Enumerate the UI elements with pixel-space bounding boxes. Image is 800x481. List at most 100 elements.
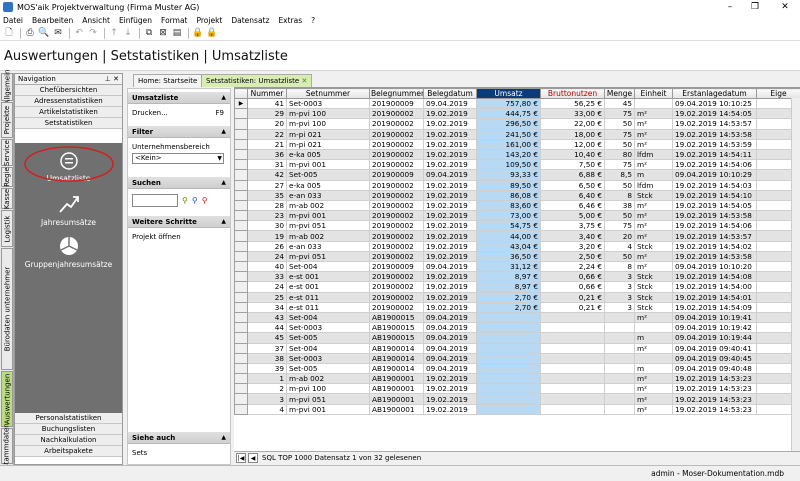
vertical-tab-2[interactable]: Service — [1, 139, 13, 166]
delete-icon[interactable]: ⊠ — [157, 27, 169, 39]
nav-bottom-item-1[interactable]: Buchungslisten — [15, 424, 122, 435]
row-indicator[interactable] — [234, 199, 248, 212]
row-indicator[interactable] — [234, 352, 248, 364]
group-header[interactable]: Siehe auch ▲ — [128, 432, 230, 444]
first-record-button[interactable]: |◀ — [236, 453, 246, 463]
collapse-icon[interactable]: ▲ — [221, 126, 226, 138]
table-row[interactable]: 23 m-pvi 001 201900002 19.02.2019 73,00 €5,0… — [234, 210, 800, 222]
maximize-button[interactable]: ❐ — [745, 0, 765, 14]
menu-item-2[interactable]: Ansicht — [82, 16, 110, 25]
vertical-tab-4[interactable]: Kasse — [1, 188, 13, 209]
group-header[interactable]: Umsatzliste ▲ — [128, 92, 230, 104]
group-header[interactable]: Suchen ▲ — [128, 177, 230, 189]
close-window-button[interactable]: ✕ — [775, 0, 795, 14]
table-row[interactable]: 39 Set-005 AB1900014 09.04.2019 m 09.04.2019 … — [234, 362, 800, 375]
row-indicator[interactable] — [234, 108, 248, 120]
vertical-tab-8[interactable]: Stammdaten — [1, 423, 13, 469]
table-row[interactable]: 20 m-pvi 100 201900002 19.02.2019 296,50 €22… — [234, 118, 800, 130]
column-header-3[interactable]: Belegdatum — [423, 88, 477, 99]
menu-item-0[interactable]: Datei — [3, 16, 23, 25]
vertical-tab-1[interactable]: Projekte — [1, 102, 13, 138]
table-row[interactable]: 26 e-an 033 201900002 19.02.2019 43,04 €3,20… — [234, 240, 800, 252]
vertical-tab-3[interactable]: Regie — [1, 167, 13, 187]
row-indicator[interactable] — [234, 301, 248, 313]
row-indicator[interactable] — [234, 138, 248, 150]
table-row[interactable]: 21 m-pi 021 201900002 19.02.2019 161,00 €12,… — [234, 138, 800, 150]
column-header-0[interactable]: Nummer — [247, 88, 287, 99]
table-row[interactable]: 40 Set-004 201900009 09.04.2019 31,12 €2,24 … — [234, 260, 800, 273]
row-indicator[interactable] — [234, 250, 248, 263]
nav-item-1[interactable]: Adressenstatistiken — [15, 96, 122, 107]
table-row[interactable]: 38 Set-0003 AB1900014 09.04.2019 09.04.2019 … — [234, 352, 800, 364]
column-header-6[interactable]: Menge — [604, 88, 635, 99]
column-header-2[interactable]: Belegnummer — [369, 88, 424, 99]
vertical-tab-5[interactable]: Logistik — [1, 210, 13, 247]
nav-icon-gruppenjahresumsaetze[interactable]: Gruppenjahresumsätze — [15, 235, 122, 269]
table-row[interactable]: 19 m-ab 002 201900002 19.02.2019 44,00 €3,40… — [234, 230, 800, 242]
search-input[interactable] — [132, 194, 178, 207]
table-row[interactable]: 34 e-st 011 201900002 19.02.2019 2,70 €0,21 … — [234, 301, 800, 313]
table-row[interactable]: ▶ 41 Set-0003 201900009 09.04.2019 757,80 €56… — [234, 97, 800, 110]
tab-startseite[interactable]: Home: Startseite — [133, 74, 203, 87]
collapse-icon[interactable]: ▲ — [221, 216, 226, 228]
row-indicator[interactable] — [234, 179, 248, 191]
column-header-4[interactable]: Umsatz — [476, 88, 541, 99]
row-indicator[interactable] — [234, 210, 248, 222]
menu-item-1[interactable]: Bearbeiten — [32, 16, 73, 25]
copy-icon[interactable]: ⧉ — [143, 27, 155, 39]
user-lock-icon[interactable]: 🔒 — [206, 27, 218, 39]
tab-umsatzliste[interactable]: Setstatistiken: Umsatzliste ✕ — [201, 74, 313, 87]
row-indicator[interactable] — [234, 393, 248, 405]
table-row[interactable]: 25 e-st 011 201900002 19.02.2019 2,70 €0,21 … — [234, 291, 800, 303]
row-indicator[interactable] — [234, 159, 248, 171]
table-row[interactable]: 28 m-ab 002 201900002 19.02.2019 83,60 €6,46… — [234, 199, 800, 212]
lock-icon[interactable]: 🔒 — [192, 27, 204, 39]
minimize-button[interactable]: – — [720, 0, 740, 14]
table-row[interactable]: 43 Set-004 AB1900015 09.04.2019 m² 09.04.2019… — [234, 311, 800, 324]
redo-icon[interactable]: ↷ — [87, 27, 99, 39]
table-row[interactable]: 42 Set-005 201900009 09.04.2019 93,33 €6,88 … — [234, 169, 800, 181]
table-row[interactable]: 24 e-st 001 201900002 19.02.2019 8,97 €0,66 … — [234, 281, 800, 293]
table-row[interactable]: 35 e-an 033 201900002 19.02.2019 86,08 €6,40… — [234, 189, 800, 201]
row-indicator[interactable] — [234, 291, 248, 303]
table-row[interactable]: 30 m-pvi 051 201900002 19.02.2019 54,75 €3,7… — [234, 220, 800, 232]
print-preview-icon[interactable]: 🔍 — [38, 27, 50, 39]
table-row[interactable]: 31 m-pvi 001 201900002 19.02.2019 109,50 €7,… — [234, 159, 800, 171]
table-row[interactable]: 3 m-pvi 051 AB1900001 19.02.2019 m² 19.02.201… — [234, 393, 800, 405]
group-header[interactable]: Weitere Schritte ▲ — [128, 216, 230, 228]
collapse-icon[interactable]: ▲ — [221, 432, 226, 444]
row-indicator[interactable] — [234, 311, 248, 324]
row-indicator[interactable] — [234, 128, 248, 140]
prev-record-button[interactable]: ◀ — [248, 453, 258, 463]
menu-item-5[interactable]: Projekt — [196, 16, 222, 25]
pin-close-icon[interactable]: ⊥ ✕ — [105, 74, 119, 84]
nav-bottom-item-3[interactable]: Arbeitspakete — [15, 446, 122, 457]
mail-icon[interactable]: ✉ — [52, 27, 64, 39]
vertical-tab-0[interactable]: Allgemein — [1, 70, 13, 104]
vertical-tab-6[interactable]: Bürodaten unternehmer — [1, 248, 13, 370]
table-row[interactable]: 36 e-ka 005 201900002 19.02.2019 143,20 €10,… — [234, 148, 800, 161]
document-icon[interactable]: ▤ — [171, 27, 183, 39]
table-row[interactable]: 29 m-pvi 100 201900002 19.02.2019 444,75 €33… — [234, 108, 800, 120]
nav-item-3[interactable]: Setstatistiken — [15, 118, 122, 129]
unternehmensbereich-select[interactable]: <Kein> ▼ — [132, 153, 224, 164]
arrow-up-icon[interactable]: ↑ — [108, 27, 120, 39]
row-indicator[interactable] — [234, 383, 248, 395]
row-indicator[interactable] — [234, 403, 248, 415]
row-indicator[interactable] — [234, 240, 248, 252]
table-row[interactable]: 45 Set-005 AB1900015 09.04.2019 m 09.04.2019 … — [234, 332, 800, 344]
projekt-oeffnen-action[interactable]: Projekt öffnen — [128, 228, 230, 246]
vertical-scrollbar[interactable] — [791, 98, 800, 451]
menu-item-7[interactable]: Extras — [278, 16, 302, 25]
row-indicator[interactable] — [234, 148, 248, 161]
table-row[interactable]: 1 m-ab 002 AB1900001 19.02.2019 m² 19.02.2019… — [234, 373, 800, 385]
table-row[interactable]: 22 m-pi 021 201900002 19.02.2019 241,50 €18,… — [234, 128, 800, 140]
row-indicator[interactable] — [234, 189, 248, 201]
menu-item-4[interactable]: Format — [161, 16, 187, 25]
table-row[interactable]: 4 m-pvi 001 AB1900001 19.02.2019 m² 19.02.201… — [234, 403, 800, 415]
data-grid[interactable]: Nummer Setnummer Belegnummer Belegdatum Umsa… — [234, 87, 800, 451]
row-indicator[interactable] — [234, 118, 248, 130]
column-header-1[interactable]: Setnummer — [286, 88, 370, 99]
group-header[interactable]: Filter ▲ — [128, 126, 230, 138]
column-header-8[interactable]: Erstanlagedatum — [672, 88, 757, 99]
